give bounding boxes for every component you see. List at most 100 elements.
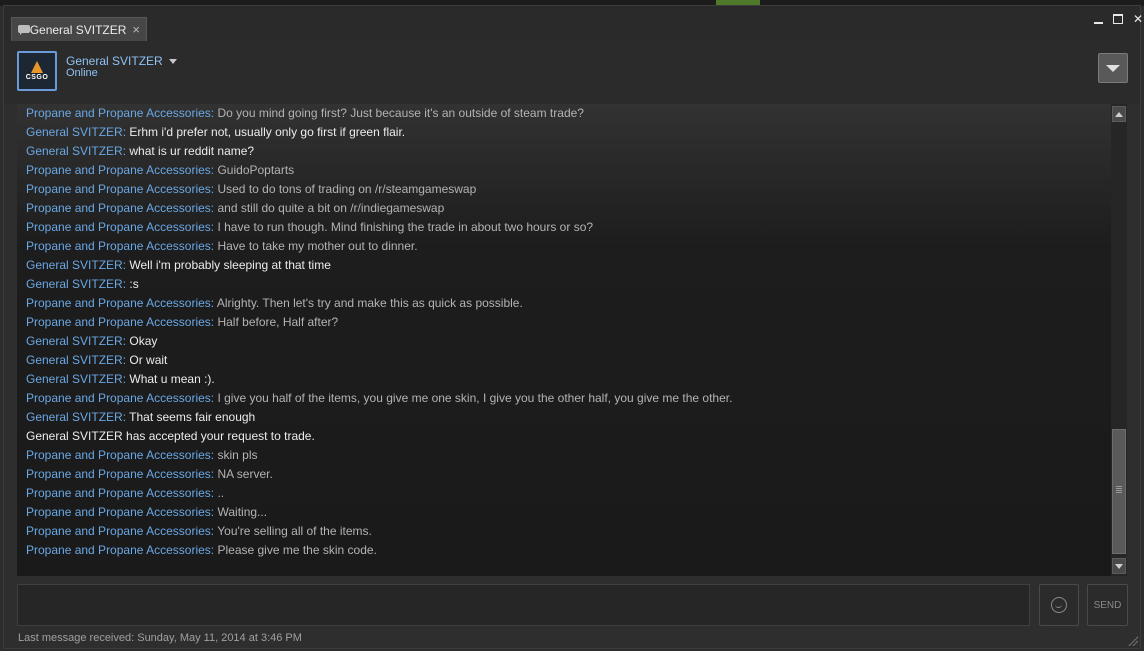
message-sender: Propane and Propane Accessories [26,448,211,462]
chat-message: Propane and Propane Accessories: and sti… [26,201,445,215]
maximize-button[interactable] [1108,11,1128,27]
scroll-down-button[interactable] [1112,558,1126,574]
message-text: Alrighty. Then let's try and make this a… [216,296,523,310]
message-sender: General SVITZER [26,144,123,158]
chat-message: General SVITZER: what is ur reddit name? [26,144,255,158]
csgo-logo-icon [31,61,43,73]
chat-message: General SVITZER: Or wait [26,353,168,367]
smiley-icon [1051,597,1067,613]
message-text: What u mean :). [129,372,215,386]
chat-window: General SVITZER × ✕ CSGO General SVITZER… [3,5,1144,649]
chat-log[interactable]: Propane and Propane Accessories: Do you … [17,104,1127,576]
avatar-logo-text: CSGO [25,74,49,81]
last-message-timestamp: Last message received: Sunday, May 11, 2… [18,632,302,644]
message-text: NA server. [217,467,273,481]
grip-icon [1116,486,1122,494]
message-sender: Propane and Propane Accessories [26,220,211,234]
chat-message: Propane and Propane Accessories: Alright… [26,296,523,310]
message-text: You're selling all of the items. [217,524,372,538]
chat-message: Propane and Propane Accessories: I give … [26,391,733,405]
message-sender: Propane and Propane Accessories [26,543,211,557]
tab-close-icon[interactable]: × [132,22,140,37]
resize-grip-icon[interactable] [1128,636,1138,646]
message-sender: General SVITZER [26,334,123,348]
message-sender: Propane and Propane Accessories [26,505,211,519]
message-sender: Propane and Propane Accessories [26,239,211,253]
message-sender: Propane and Propane Accessories [26,106,211,120]
message-text: I give you half of the items, you give m… [217,391,733,405]
chat-message: General SVITZER: Erhm i'd prefer not, us… [26,125,406,139]
message-text: Have to take my mother out to dinner. [217,239,418,253]
window-controls: ✕ [1088,11,1144,27]
message-text: Erhm i'd prefer not, usually only go fir… [129,125,406,139]
chat-message: Propane and Propane Accessories: Do you … [26,106,584,120]
message-sender: General SVITZER [26,258,123,272]
chat-message: Propane and Propane Accessories: Please … [26,543,377,557]
message-text: Used to do tons of trading on /r/steamga… [217,182,477,196]
message-text: skin pls [217,448,258,462]
message-sender: General SVITZER [26,277,123,291]
message-sender: General SVITZER [26,372,123,386]
chat-bubble-icon [18,24,30,35]
chat-message: Propane and Propane Accessories: skin pl… [26,448,258,462]
chat-message: Propane and Propane Accessories: Half be… [26,315,339,329]
message-sender: Propane and Propane Accessories [26,296,211,310]
chat-message: General SVITZER has accepted your reques… [26,429,315,443]
chat-message: Propane and Propane Accessories: Used to… [26,182,477,196]
chat-message: General SVITZER: Okay [26,334,158,348]
chat-header: CSGO General SVITZER Online [4,42,1140,104]
message-text: .. [217,486,225,500]
tab-title: General SVITZER [29,22,127,37]
message-input-box[interactable] [17,584,1030,626]
message-sender: Propane and Propane Accessories [26,201,211,215]
arrow-up-icon [1115,111,1123,117]
maximize-icon [1113,14,1123,24]
message-text: Do you mind going first? Just because it… [217,106,584,120]
message-sender: Propane and Propane Accessories [26,182,211,196]
chat-message: Propane and Propane Accessories: I have … [26,220,594,234]
scrollbar[interactable] [1111,104,1127,576]
message-text: That seems fair enough [129,410,256,424]
arrow-down-icon [1115,563,1123,569]
message-text: Half before, Half after? [217,315,339,329]
chevron-down-icon [168,58,177,64]
chat-message: Propane and Propane Accessories: Have to… [26,239,418,253]
tab-general-svitzer[interactable]: General SVITZER × [11,17,147,41]
message-list: Propane and Propane Accessories: Do you … [26,104,1106,560]
message-text: Waiting... [217,505,268,519]
chevron-down-icon [1106,64,1120,72]
chat-message: General SVITZER: Well i'm probably sleep… [26,258,331,272]
message-text: Okay [129,334,158,348]
chat-message: Propane and Propane Accessories: GuidoPo… [26,163,295,177]
message-sender: Propane and Propane Accessories [26,467,211,481]
chat-message: Propane and Propane Accessories: NA serv… [26,467,273,481]
message-sender: General SVITZER [26,125,123,139]
chat-message: Propane and Propane Accessories: You're … [26,524,372,538]
message-sender: Propane and Propane Accessories [26,391,211,405]
send-button[interactable]: SEND [1087,584,1128,626]
message-sender: Propane and Propane Accessories [26,315,211,329]
message-text: GuidoPoptarts [217,163,295,177]
message-sender: General SVITZER [26,353,123,367]
message-sender: General SVITZER [26,410,123,424]
friend-name-dropdown[interactable]: General SVITZER [66,54,177,68]
message-input[interactable] [18,585,1029,625]
message-text: :s [129,277,139,291]
message-sender: Propane and Propane Accessories [26,486,211,500]
message-text: what is ur reddit name? [129,144,255,158]
chat-message: General SVITZER: That seems fair enough [26,410,256,424]
message-sender: Propane and Propane Accessories [26,524,211,538]
avatar[interactable]: CSGO [17,51,57,91]
friend-status: Online [66,67,98,79]
chat-message: Propane and Propane Accessories: Waiting… [26,505,268,519]
scrollbar-thumb[interactable] [1112,429,1126,554]
message-text: Please give me the skin code. [217,543,377,557]
message-sender: Propane and Propane Accessories [26,163,211,177]
friend-name: General SVITZER [66,54,163,68]
scroll-up-button[interactable] [1112,106,1126,122]
minimize-button[interactable] [1088,11,1108,27]
chat-message: Propane and Propane Accessories: .. [26,486,225,500]
emoticon-button[interactable] [1039,584,1079,626]
close-button[interactable]: ✕ [1128,11,1144,27]
chat-options-button[interactable] [1098,53,1128,83]
